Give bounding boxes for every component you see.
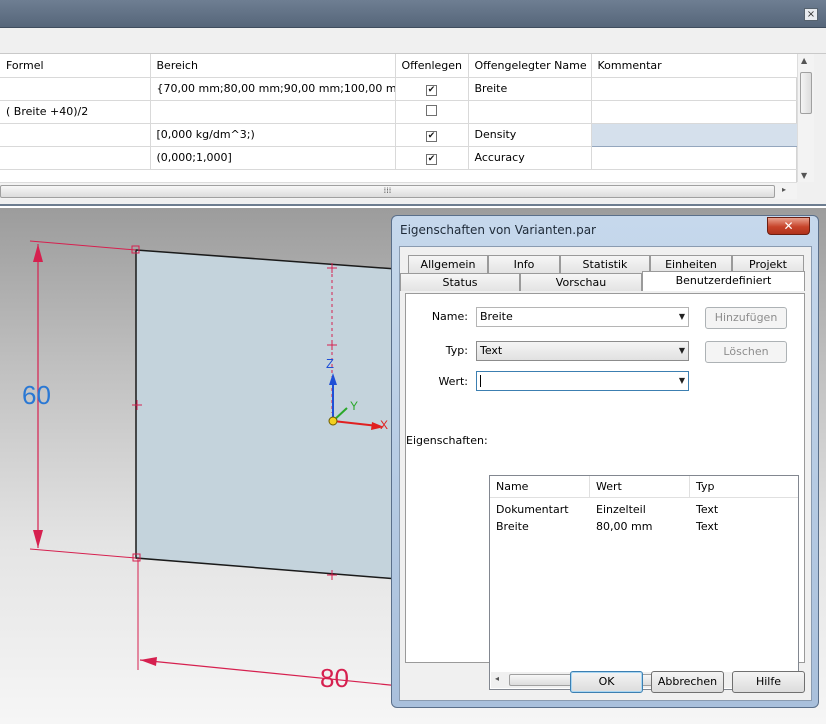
grid-vertical-scrollbar[interactable]: ▲ ▼ [797, 54, 814, 182]
property-value[interactable]: Einzelteil [590, 503, 646, 516]
col-header-bereich[interactable]: Bereich [150, 54, 396, 78]
table-row[interactable]: {70,00 mm;80,00 mm;90,00 mm;100,00 mm} ✔… [0, 77, 798, 101]
dialog-close-button[interactable]: ✕ [767, 217, 810, 235]
extension-line [29, 240, 137, 251]
delete-button[interactable]: Löschen [705, 341, 787, 363]
arrow-head [140, 657, 157, 666]
comment-cell[interactable] [591, 77, 798, 101]
ok-button[interactable]: OK [570, 671, 643, 693]
col-header-typ[interactable]: Typ [690, 476, 798, 498]
add-button[interactable]: Hinzufügen [705, 307, 787, 329]
properties-dialog: Eigenschaften von Varianten.par ✕ Allgem… [391, 215, 819, 708]
expose-checkbox[interactable]: ✔ [426, 130, 437, 142]
variable-grid: Formel Bereich Offenlegen Offengelegter … [0, 54, 798, 182]
chevron-down-icon[interactable]: ▼ [679, 342, 685, 360]
scroll-up-arrow-icon[interactable]: ▲ [801, 56, 807, 65]
dimension-value-height[interactable]: 60 [22, 380, 51, 411]
variable-table-titlebar: × [0, 0, 826, 28]
tab-info[interactable]: Info [488, 255, 560, 273]
value-combobox[interactable]: ▼ [476, 371, 689, 391]
cancel-button[interactable]: Abbrechen [651, 671, 724, 693]
extension-line [29, 548, 137, 559]
tab-statistik[interactable]: Statistik [560, 255, 650, 273]
expose-checkbox[interactable]: ✔ [426, 84, 437, 96]
chevron-down-icon[interactable]: ▼ [679, 308, 685, 326]
formula-cell[interactable] [0, 123, 151, 147]
x-axis-label: X [380, 418, 389, 432]
exposed-name-cell[interactable]: Density [468, 123, 592, 147]
scroll-right-arrow-icon[interactable]: ▸ [782, 185, 786, 194]
name-combobox[interactable]: Breite ▼ [476, 307, 689, 327]
col-header-offengelegter-name[interactable]: Offengelegter Name [468, 54, 592, 78]
col-header-offenlegen[interactable]: Offenlegen [395, 54, 469, 78]
tab-allgemein[interactable]: Allgemein [408, 255, 488, 273]
arrow-head [33, 244, 43, 262]
tab-vorschau[interactable]: Vorschau [520, 273, 642, 291]
type-value: Text [480, 344, 503, 357]
property-name[interactable]: Breite [490, 520, 529, 533]
range-cell[interactable]: {70,00 mm;80,00 mm;90,00 mm;100,00 mm} [150, 77, 396, 101]
dimension-value-width[interactable]: 80 [320, 663, 349, 694]
text-caret [480, 375, 481, 387]
col-header-wert[interactable]: Wert [590, 476, 690, 498]
range-cell[interactable] [150, 100, 396, 124]
table-row[interactable]: [0,000 kg/dm^3;) ✔ Density [0, 122, 798, 147]
dimension-line-width[interactable] [139, 659, 401, 687]
formula-cell[interactable]: ( Breite +40)/2 [0, 100, 151, 124]
dialog-client-area: Allgemein Info Statistik Einheiten Proje… [399, 246, 812, 701]
exposed-name-cell[interactable]: Accuracy [468, 146, 592, 170]
name-label: Name: [431, 310, 468, 323]
type-combobox[interactable]: Text ▼ [476, 341, 689, 361]
expose-checkbox[interactable]: ✔ [426, 153, 437, 165]
exposed-name-cell[interactable] [468, 100, 592, 124]
expose-checkbox[interactable] [426, 104, 437, 116]
grid-header-row: Formel Bereich Offenlegen Offengelegter … [0, 54, 798, 78]
scroll-left-arrow-icon[interactable]: ◂ [495, 674, 499, 683]
table-row[interactable]: (0,000;1,000] ✔ Accuracy [0, 146, 798, 170]
scroll-thumb[interactable] [800, 72, 812, 114]
custom-properties-panel: Name: Breite ▼ Hinzufügen Typ: Text ▼ Lö… [405, 293, 805, 690]
variable-table-window: × Formel Bereich Offenlegen Offengelegte… [0, 0, 826, 206]
variable-table-toolbar [0, 29, 826, 54]
property-value[interactable]: 80,00 mm [590, 520, 652, 533]
grid-horizontal-scrollbar[interactable]: ⁞⁞⁞ ▸ [0, 182, 797, 199]
range-cell[interactable]: [0,000 kg/dm^3;) [150, 123, 396, 147]
range-cell[interactable]: (0,000;1,000] [150, 146, 396, 170]
scroll-thumb[interactable]: ⁞⁞⁞ [0, 185, 775, 198]
help-button[interactable]: Hilfe [732, 671, 805, 693]
properties-list[interactable]: Name Wert Typ Dokumentart Einzelteil Tex… [489, 475, 799, 690]
triad-origin[interactable] [328, 416, 338, 426]
y-axis-label: Y [350, 399, 359, 413]
property-type[interactable]: Text [690, 503, 718, 516]
properties-label: Eigenschaften: [406, 434, 488, 447]
comment-cell[interactable] [591, 100, 798, 124]
formula-cell[interactable] [0, 146, 151, 170]
z-axis-label: Z [326, 356, 334, 371]
exposed-name-cell[interactable]: Breite [468, 77, 592, 101]
formula-cell[interactable] [0, 77, 151, 101]
variable-table-close-button[interactable]: × [804, 8, 818, 21]
arrow-head [33, 530, 43, 548]
value-label: Wert: [438, 375, 468, 388]
tab-benutzerdefiniert[interactable]: Benutzerdefiniert [642, 271, 805, 291]
col-header-formel[interactable]: Formel [0, 54, 151, 78]
part-face[interactable] [135, 249, 411, 581]
property-name[interactable]: Dokumentart [490, 503, 569, 516]
name-value: Breite [480, 310, 513, 323]
dialog-title: Eigenschaften von Varianten.par [400, 223, 596, 237]
chevron-down-icon[interactable]: ▼ [679, 372, 685, 390]
tab-status[interactable]: Status [400, 273, 520, 291]
comment-cell-selected[interactable] [590, 122, 798, 147]
col-header-kommentar[interactable]: Kommentar [591, 54, 798, 78]
property-type[interactable]: Text [690, 520, 718, 533]
comment-cell[interactable] [591, 146, 798, 170]
table-row[interactable]: ( Breite +40)/2 [0, 100, 798, 124]
type-label: Typ: [445, 344, 468, 357]
scroll-down-arrow-icon[interactable]: ▼ [801, 171, 807, 180]
col-header-name[interactable]: Name [490, 476, 590, 498]
